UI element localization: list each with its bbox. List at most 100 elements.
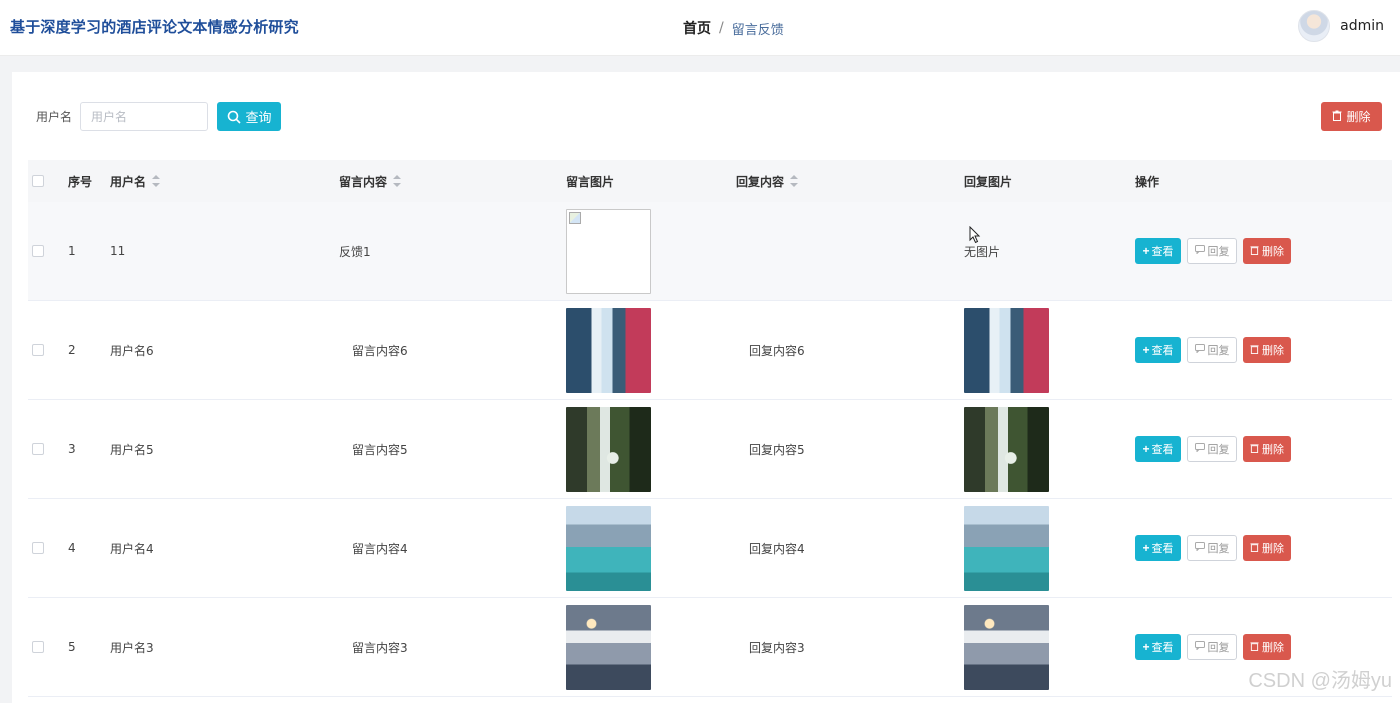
sort-icon[interactable] (393, 175, 402, 187)
search-label: 用户名 (36, 110, 73, 124)
mountain-lake-image[interactable] (964, 505, 1049, 591)
sort-icon[interactable] (152, 175, 161, 187)
row-index: 5 (68, 640, 76, 654)
trash-icon (1250, 245, 1259, 258)
col-reply-image: 回复图片 (964, 174, 1013, 189)
plus-icon: + (1142, 343, 1150, 357)
plus-icon: + (1142, 640, 1150, 654)
trash-icon (1332, 110, 1342, 124)
row-username: 用户名6 (110, 343, 154, 358)
row-checkbox[interactable] (32, 443, 44, 455)
row-checkbox[interactable] (32, 344, 44, 356)
view-label: 查看 (1151, 345, 1174, 357)
trash-icon (1250, 344, 1259, 357)
search-button[interactable]: 查询 (217, 102, 282, 131)
row-actions: + 查看 回复 删除 (1135, 301, 1385, 399)
row-checkbox[interactable] (32, 245, 44, 257)
trash-icon (1250, 641, 1259, 654)
breadcrumb: 首页 / 留言反馈 (683, 18, 784, 38)
waterfall-image[interactable] (964, 307, 1049, 393)
reply-label: 回复 (1207, 444, 1230, 456)
row-message: 留言内容4 (352, 541, 408, 556)
broken-image-icon[interactable] (566, 208, 651, 294)
table-row[interactable]: 2 用户名6 留言内容6 回复内容6 + 查看 回复 删除 (28, 301, 1392, 400)
table-row[interactable]: 4 用户名4 留言内容4 回复内容4 + 查看 回复 删除 (28, 499, 1392, 598)
delete-button[interactable]: 删除 (1243, 337, 1291, 363)
row-actions: + 查看 回复 删除 (1135, 202, 1385, 300)
batch-delete-button[interactable]: 删除 (1321, 102, 1382, 131)
col-reply[interactable]: 回复内容 (736, 160, 964, 202)
row-actions: + 查看 回复 删除 (1135, 400, 1385, 498)
row-message: 反馈1 (339, 244, 371, 259)
table-row[interactable]: 3 用户名5 留言内容5 回复内容5 + 查看 回复 删除 (28, 400, 1392, 499)
delete-label: 删除 (1262, 444, 1284, 456)
comment-icon (1194, 344, 1205, 356)
username-label[interactable]: admin (1340, 18, 1384, 34)
trash-icon (1250, 542, 1259, 555)
delete-label: 删除 (1262, 246, 1284, 258)
delete-button[interactable]: 删除 (1243, 634, 1291, 660)
table-row[interactable]: 1 11 反馈1 无图片 + 查看 回复 删除 (28, 202, 1392, 301)
watermark: CSDN @汤姆yu (1248, 670, 1392, 692)
col-message[interactable]: 留言内容 (339, 160, 566, 202)
breadcrumb-separator: / (719, 20, 724, 36)
row-index: 1 (68, 244, 76, 258)
sort-icon[interactable] (790, 175, 799, 187)
row-checkbox[interactable] (32, 641, 44, 653)
row-message: 留言内容3 (352, 640, 408, 655)
feedback-table: 序号 用户名 留言内容 留言图片 回复内容 回复图片 操作 1 11 反馈1 无… (28, 160, 1392, 697)
reply-button[interactable]: 回复 (1187, 535, 1237, 561)
row-reply: 回复内容6 (749, 343, 805, 358)
plus-icon: + (1142, 244, 1150, 258)
view-label: 查看 (1151, 543, 1174, 555)
reply-label: 回复 (1207, 246, 1230, 258)
breadcrumb-home[interactable]: 首页 (683, 18, 711, 38)
row-reply: 回复内容4 (749, 541, 805, 556)
delete-button[interactable]: 删除 (1243, 436, 1291, 462)
mountain-lake-image[interactable] (566, 505, 651, 591)
view-button[interactable]: + 查看 (1135, 238, 1181, 264)
col-username[interactable]: 用户名 (110, 160, 339, 202)
row-no-image-text: 无图片 (964, 244, 1001, 259)
reply-label: 回复 (1207, 642, 1230, 654)
delete-button[interactable]: 删除 (1243, 535, 1291, 561)
reply-button[interactable]: 回复 (1187, 337, 1237, 363)
col-reply-label: 回复内容 (736, 174, 785, 189)
reply-button[interactable]: 回复 (1187, 238, 1237, 264)
comment-icon (1194, 245, 1205, 257)
reply-button[interactable]: 回复 (1187, 436, 1237, 462)
delete-label: 删除 (1262, 543, 1284, 555)
col-actions: 操作 (1135, 174, 1160, 189)
avatar[interactable] (1298, 10, 1331, 42)
top-header: 基于深度学习的酒店评论文本情感分析研究 首页 / 留言反馈 admin (0, 0, 1400, 56)
row-reply: 回复内容5 (749, 442, 805, 457)
reply-button[interactable]: 回复 (1187, 634, 1237, 660)
row-checkbox[interactable] (32, 542, 44, 554)
batch-delete-label: 删除 (1346, 110, 1371, 124)
reply-label: 回复 (1207, 345, 1230, 357)
search-icon (227, 110, 241, 124)
forest-waterfall-image[interactable] (566, 406, 651, 492)
snowy-mountain-image[interactable] (566, 604, 651, 690)
table-row[interactable]: 5 用户名3 留言内容3 回复内容3 + 查看 回复 删除 (28, 598, 1392, 697)
delete-button[interactable]: 删除 (1243, 238, 1291, 264)
row-index: 2 (68, 343, 76, 357)
user-menu[interactable]: admin (1298, 10, 1384, 42)
reply-label: 回复 (1207, 543, 1230, 555)
view-label: 查看 (1151, 642, 1174, 654)
table-header: 序号 用户名 留言内容 留言图片 回复内容 回复图片 操作 (28, 160, 1392, 202)
view-button[interactable]: + 查看 (1135, 634, 1181, 660)
row-message: 留言内容6 (352, 343, 408, 358)
comment-icon (1194, 443, 1205, 455)
select-all-checkbox[interactable] (32, 175, 44, 187)
forest-waterfall-image[interactable] (964, 406, 1049, 492)
trash-icon (1250, 443, 1259, 456)
waterfall-image[interactable] (566, 307, 651, 393)
view-button[interactable]: + 查看 (1135, 535, 1181, 561)
comment-icon (1194, 641, 1205, 653)
view-button[interactable]: + 查看 (1135, 337, 1181, 363)
username-search-input[interactable] (80, 102, 209, 131)
view-button[interactable]: + 查看 (1135, 436, 1181, 462)
snowy-mountain-image[interactable] (964, 604, 1049, 690)
comment-icon (1194, 542, 1205, 554)
